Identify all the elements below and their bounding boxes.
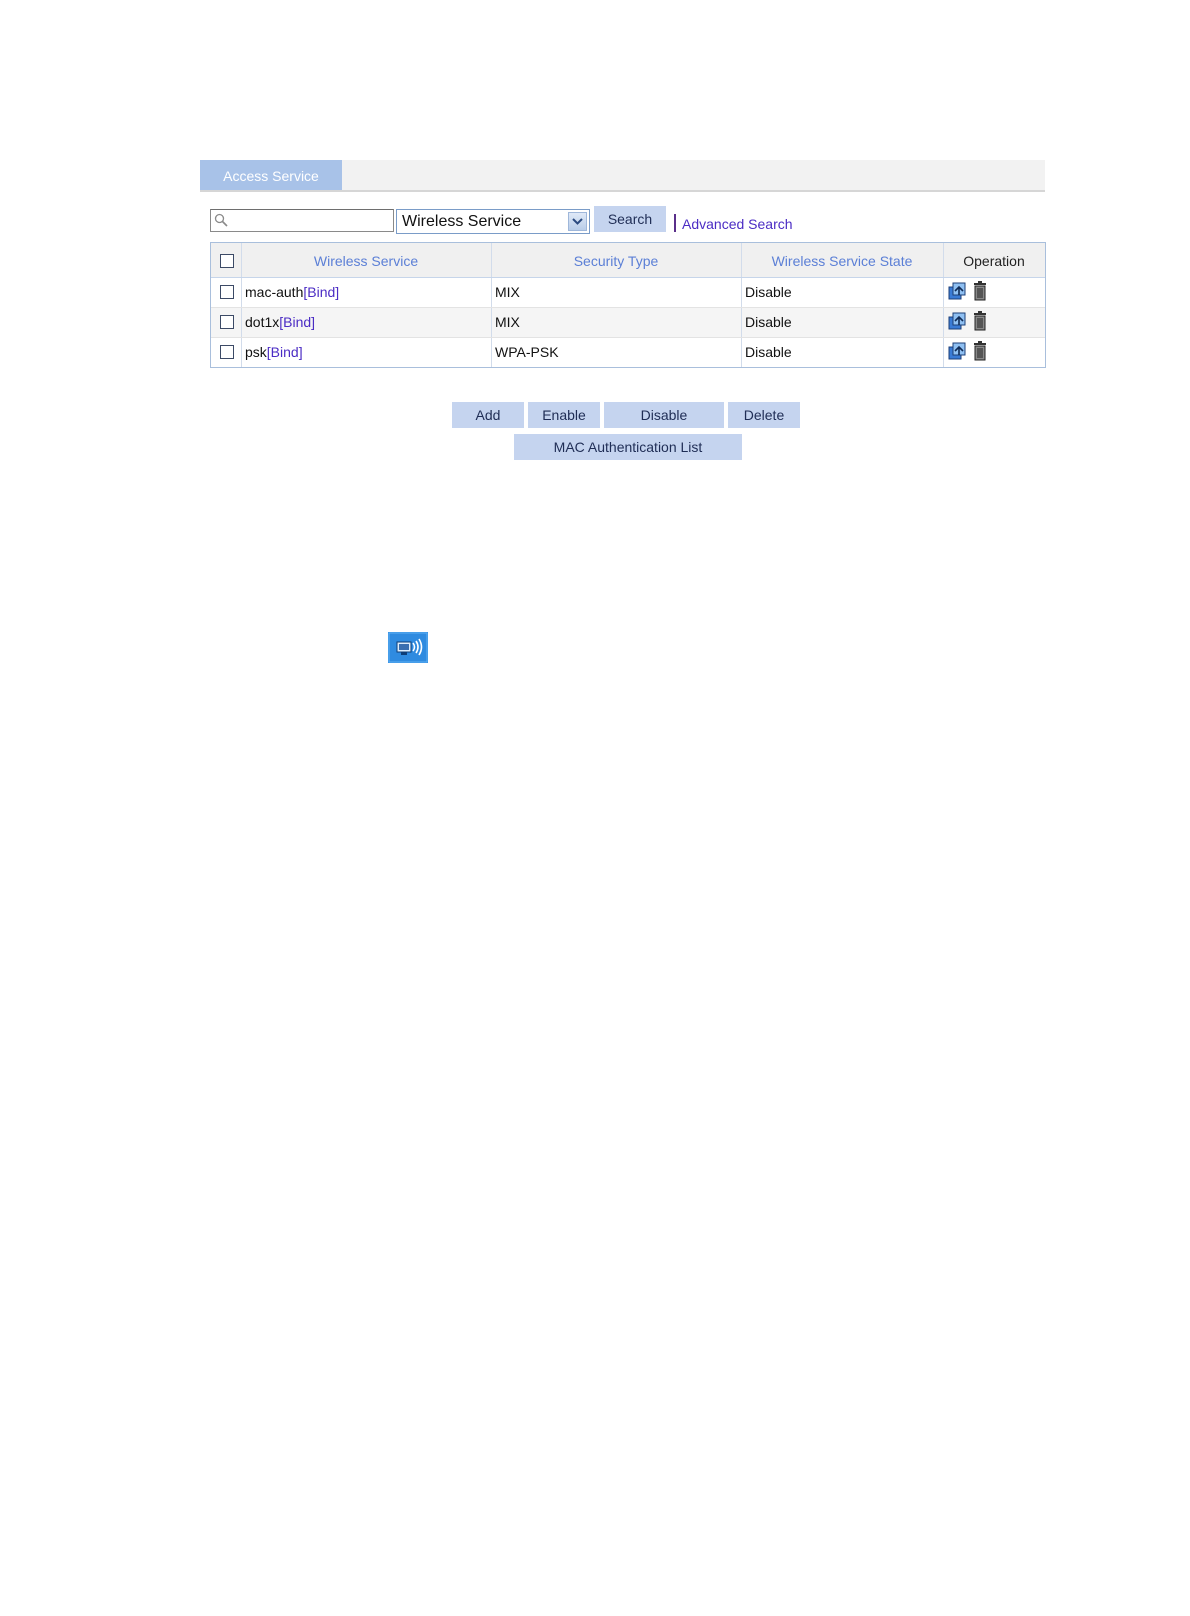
grid-line xyxy=(211,277,1045,278)
column-wireless-service[interactable]: Wireless Service xyxy=(241,243,491,277)
bind-link[interactable]: [Bind] xyxy=(303,284,339,300)
add-button[interactable]: Add xyxy=(452,402,524,428)
service-state: Disable xyxy=(745,314,792,330)
search-field-selected: Wireless Service xyxy=(402,213,522,230)
grid-line xyxy=(943,243,944,367)
search-input[interactable] xyxy=(229,211,389,230)
trash-icon[interactable] xyxy=(973,281,987,301)
mac-authentication-list-button[interactable]: MAC Authentication List xyxy=(514,434,742,460)
search-icon xyxy=(214,213,228,227)
edit-icon[interactable] xyxy=(947,281,967,301)
advanced-search-link[interactable]: Advanced Search xyxy=(682,216,793,232)
column-security-type[interactable]: Security Type xyxy=(491,243,741,277)
service-name: dot1x xyxy=(245,314,280,330)
row-checkbox[interactable] xyxy=(220,315,234,329)
table-row: psk[Bind] WPA-PSK Disable xyxy=(211,337,1045,367)
service-state: Disable xyxy=(745,284,792,300)
edit-icon[interactable] xyxy=(947,341,967,361)
trash-icon[interactable] xyxy=(973,341,987,361)
column-operation: Operation xyxy=(963,253,1025,269)
table-row: dot1x[Bind] MIX Disable xyxy=(211,307,1045,337)
enable-button[interactable]: Enable xyxy=(528,402,600,428)
security-type: MIX xyxy=(495,284,520,300)
search-box[interactable] xyxy=(210,209,394,232)
table-row: mac-auth[Bind] MIX Disable xyxy=(211,277,1045,307)
security-type: WPA-PSK xyxy=(495,344,559,360)
bind-link[interactable]: [Bind] xyxy=(267,344,303,360)
service-name: psk xyxy=(245,344,267,360)
service-name: mac-auth xyxy=(245,284,304,300)
trash-icon[interactable] xyxy=(973,311,987,331)
wireless-service-table: Wireless Service Security Type Wireless … xyxy=(210,242,1046,368)
grid-line xyxy=(241,243,242,367)
tab-bar: Access Service xyxy=(200,160,1045,192)
bind-link[interactable]: [Bind] xyxy=(279,314,315,330)
column-wireless-service-state[interactable]: Wireless Service State xyxy=(741,243,943,277)
chevron-down-icon[interactable] xyxy=(568,212,587,231)
row-checkbox[interactable] xyxy=(220,285,234,299)
select-all-checkbox[interactable] xyxy=(220,254,234,268)
edit-icon[interactable] xyxy=(947,311,967,331)
grid-line xyxy=(491,243,492,367)
grid-line xyxy=(211,307,1045,308)
search-button[interactable]: Search xyxy=(594,206,666,232)
wireless-service-icon xyxy=(388,632,428,663)
search-field-select[interactable]: Wireless Service xyxy=(396,209,590,234)
security-type: MIX xyxy=(495,314,520,330)
table-header: Wireless Service Security Type Wireless … xyxy=(211,243,1045,277)
grid-line xyxy=(211,337,1045,338)
separator xyxy=(674,214,676,232)
service-state: Disable xyxy=(745,344,792,360)
disable-button[interactable]: Disable xyxy=(604,402,724,428)
row-checkbox[interactable] xyxy=(220,345,234,359)
tab-access-service[interactable]: Access Service xyxy=(200,160,342,190)
grid-line xyxy=(741,243,742,367)
delete-button[interactable]: Delete xyxy=(728,402,800,428)
